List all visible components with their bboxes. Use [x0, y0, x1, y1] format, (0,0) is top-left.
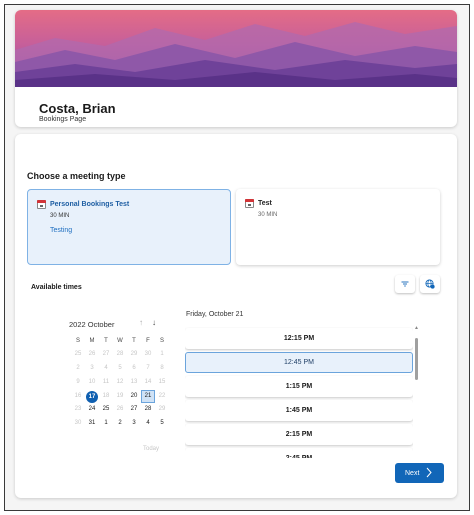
next-month-button[interactable]: ↓ — [152, 318, 156, 327]
calendar-day: 4 — [104, 365, 108, 371]
calendar-day[interactable]: 17 — [86, 390, 98, 403]
meeting-type-duration: 30 MIN — [50, 213, 70, 219]
weekday-label: F — [146, 338, 150, 344]
calendar-day: 2 — [76, 365, 80, 371]
meeting-type-title: Test — [258, 200, 272, 207]
calendar-day: 5 — [118, 365, 122, 371]
calendar-day[interactable]: 4 — [141, 417, 155, 430]
calendar-day: 15 — [158, 379, 166, 385]
calendar-day: 18 — [102, 393, 110, 399]
calendar-day: 25 — [74, 351, 82, 357]
time-slot[interactable]: 12:45 PM — [185, 352, 413, 373]
meeting-type-duration: 30 MIN — [258, 212, 278, 218]
calendar-day: 8 — [160, 365, 164, 371]
calendar-day[interactable]: 2 — [113, 417, 127, 430]
weekday-label: T — [132, 338, 136, 344]
arrow-down-icon: ↓ — [152, 318, 156, 327]
calendar-day: 27 — [102, 351, 110, 357]
calendar-day: 13 — [130, 379, 138, 385]
time-slot[interactable]: 1:15 PM — [185, 376, 413, 397]
calendar-day: 16 — [74, 393, 82, 399]
meeting-type-personal-bookings-test[interactable]: Personal Bookings Test 30 MIN Testing — [27, 189, 231, 265]
calendar-day: 22 — [158, 393, 166, 399]
calendar-day: 26 — [116, 406, 124, 412]
weekday-label: T — [104, 338, 108, 344]
weekday-label: W — [117, 338, 123, 344]
calendar-day[interactable]: 3 — [127, 417, 141, 430]
weekday-label: S — [159, 338, 164, 344]
meeting-type-title: Personal Bookings Test — [50, 201, 130, 208]
meeting-type-description: Testing — [50, 227, 73, 234]
calendar-day: 30 — [74, 420, 82, 426]
calendar-day[interactable]: 25 — [99, 403, 113, 416]
arrow-up-icon: ↑ — [139, 318, 143, 327]
calendar-day[interactable]: 20 — [127, 390, 141, 403]
calendar-icon — [245, 199, 254, 208]
calendar-day: 11 — [102, 379, 110, 385]
timezone-icon — [425, 279, 435, 289]
calendar-day: 3 — [90, 365, 94, 371]
calendar-day[interactable]: 28 — [141, 403, 155, 416]
time-slot[interactable]: 2:45 PM — [185, 448, 413, 458]
calendar-day: 19 — [116, 393, 124, 399]
next-button-label: Next — [405, 469, 420, 477]
calendar-icon — [37, 200, 46, 209]
calendar-day: 23 — [74, 406, 82, 412]
calendar-day: 26 — [88, 351, 96, 357]
previous-month-button[interactable]: ↑ — [139, 318, 143, 327]
selected-date-label: Friday, October 21 — [186, 311, 244, 318]
calendar-day[interactable]: 5 — [155, 417, 169, 430]
filter-button[interactable] — [395, 275, 415, 293]
calendar-day: 14 — [144, 379, 152, 385]
chevron-right-icon — [426, 467, 432, 478]
time-slot[interactable]: 2:15 PM — [185, 424, 413, 445]
booking-panel: Choose a meeting type Personal Bookings … — [15, 134, 457, 498]
time-slot[interactable]: 12:15 PM — [185, 328, 413, 349]
available-times-label: Available times — [31, 284, 82, 291]
calendar-day: 12 — [116, 379, 124, 385]
calendar-day: 7 — [146, 365, 150, 371]
filter-icon — [401, 281, 409, 287]
section-title: Choose a meeting type — [27, 171, 126, 181]
calendar-day: 29 — [130, 351, 138, 357]
calendar-day: 1 — [160, 351, 164, 357]
calendar-day[interactable]: 27 — [127, 403, 141, 416]
meeting-type-test[interactable]: Test 30 MIN — [236, 189, 440, 265]
time-slot[interactable]: 1:45 PM — [185, 400, 413, 421]
calendar-day: 28 — [116, 351, 124, 357]
profile-header: Costa, Brian Bookings Page — [15, 10, 457, 127]
banner-image — [15, 10, 457, 87]
timezone-button[interactable] — [420, 275, 440, 293]
calendar-day: 30 — [144, 351, 152, 357]
scroll-up-icon[interactable]: ▲ — [414, 325, 419, 331]
calendar-day: 9 — [76, 379, 80, 385]
weekday-label: S — [75, 338, 80, 344]
calendar-month-label: 2022 October — [69, 320, 115, 329]
next-button[interactable]: Next — [395, 463, 444, 483]
time-list-scrollbar[interactable] — [415, 338, 418, 380]
calendar-day: 29 — [158, 406, 166, 412]
go-to-today-link[interactable]: Today — [143, 446, 159, 452]
weekday-label: M — [89, 338, 95, 344]
calendar-day[interactable]: 21 — [141, 390, 155, 403]
calendar-day: 10 — [88, 379, 96, 385]
owner-name: Costa, Brian — [39, 101, 116, 116]
calendar-day[interactable]: 1 — [99, 417, 113, 430]
time-slot-list: 12:15 PM 12:45 PM 1:15 PM 1:45 PM 2:15 PM 2:4… — [185, 324, 413, 458]
page-subtitle: Bookings Page — [39, 116, 87, 123]
calendar-day[interactable]: 31 — [85, 417, 99, 430]
calendar-day: 6 — [132, 365, 136, 371]
calendar-day[interactable]: 24 — [85, 403, 99, 416]
